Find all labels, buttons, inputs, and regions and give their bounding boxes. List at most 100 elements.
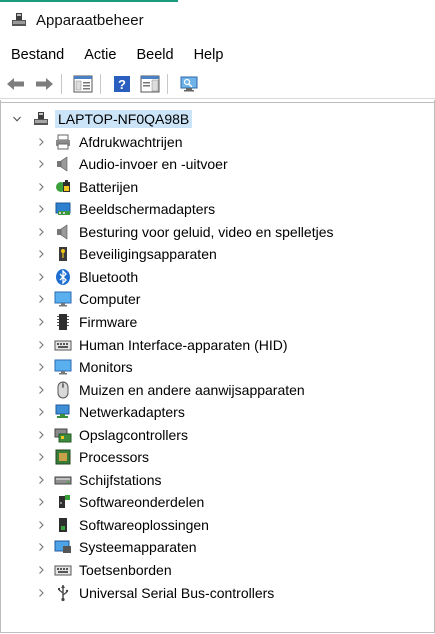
processor-icon [53, 448, 73, 466]
tree-item[interactable]: Softwareoplossingen [1, 514, 431, 536]
chevron-right-icon[interactable] [35, 248, 47, 260]
tree-item[interactable]: Netwerkadapters [1, 401, 431, 423]
tree-root-computer[interactable]: LAPTOP-NF0QA98B [1, 108, 431, 130]
chevron-right-icon[interactable] [35, 496, 47, 508]
tree-item[interactable]: Beveiligingsapparaten [1, 243, 431, 265]
tree-item[interactable]: Audio-invoer en -uitvoer [1, 153, 431, 175]
toolbar-separator [100, 74, 101, 94]
tree-item[interactable]: Batterijen [1, 176, 431, 198]
printer-icon [53, 133, 73, 151]
tree-item[interactable]: Monitors [1, 356, 431, 378]
tree-item[interactable]: Toetsenborden [1, 559, 431, 581]
device-tree: LAPTOP-NF0QA98B Afdrukwachtrijen Audio-inv… [0, 100, 435, 633]
title-bar: Apparaatbeheer [0, 2, 435, 38]
tree-item-label: Softwareonderdelen [79, 494, 205, 511]
toolbar: ? [0, 70, 435, 99]
tree-item-label: Human Interface-apparaten (HID) [79, 336, 288, 353]
divider [1, 102, 434, 103]
tree-item-label: Netwerkadapters [79, 404, 185, 421]
chevron-right-icon[interactable] [35, 406, 47, 418]
tree-item-label: Monitors [79, 359, 133, 376]
chevron-right-icon[interactable] [35, 429, 47, 441]
software-device-icon [53, 516, 73, 534]
chevron-right-icon[interactable] [35, 541, 47, 553]
speaker-icon [53, 155, 73, 173]
device-manager-icon [10, 11, 28, 29]
arrow-right-icon [36, 78, 53, 90]
chevron-right-icon[interactable] [35, 384, 47, 396]
chevron-right-icon[interactable] [35, 564, 47, 576]
speaker-icon [53, 223, 73, 241]
tree-item[interactable]: Beeldschermadapters [1, 198, 431, 220]
keyboard-icon [53, 561, 73, 579]
tree-item[interactable]: Universal Serial Bus-controllers [1, 582, 431, 604]
chevron-right-icon[interactable] [35, 316, 47, 328]
show-console-tree-button[interactable] [138, 73, 162, 95]
tree-item-label: Toetsenborden [79, 562, 172, 578]
help-button[interactable]: ? [110, 73, 134, 95]
chevron-right-icon[interactable] [35, 339, 47, 351]
tree-item-label: Computer [79, 291, 141, 308]
tree-item[interactable]: Schijfstations [1, 469, 431, 491]
storage-controller-icon [53, 426, 73, 444]
chevron-right-icon[interactable] [35, 451, 47, 463]
tree-item[interactable]: Firmware [1, 311, 431, 333]
menu-bestand[interactable]: Bestand [0, 43, 74, 67]
tree-item-label: Beeldschermadapters [79, 201, 216, 218]
properties-view-button[interactable] [71, 73, 95, 95]
tree-item[interactable]: Opslagcontrollers [1, 424, 431, 446]
tree-item-label: Muizen en andere aanwijsapparaten [79, 381, 305, 398]
tree-item-label: Firmware [79, 313, 138, 330]
tree-item-label: Softwareoplossingen [79, 516, 209, 533]
tree-item[interactable]: Systeemapparaten [1, 536, 431, 558]
back-button[interactable] [4, 73, 28, 95]
chevron-right-icon[interactable] [35, 181, 47, 193]
chevron-right-icon[interactable] [35, 271, 47, 283]
chevron-right-icon[interactable] [35, 226, 47, 238]
chevron-right-icon[interactable] [35, 587, 47, 599]
chevron-right-icon[interactable] [35, 361, 47, 373]
bluetooth-icon [53, 268, 73, 286]
chevron-right-icon[interactable] [35, 158, 47, 170]
console-tree-icon [73, 75, 93, 93]
menu-beeld[interactable]: Beeld [126, 43, 183, 67]
forward-button[interactable] [32, 73, 56, 95]
tree-item[interactable]: Softwareonderdelen [1, 491, 431, 513]
tree-item[interactable]: Human Interface-apparaten (HID) [1, 334, 431, 356]
tree-root-label: LAPTOP-NF0QA98B [55, 110, 193, 128]
battery-icon [53, 178, 73, 196]
tree-item[interactable]: Computer [1, 288, 431, 310]
keyboard-icon [53, 336, 73, 354]
chevron-right-icon[interactable] [35, 474, 47, 486]
tree-item-label: Universal Serial Bus-controllers [79, 584, 275, 601]
tree-item[interactable]: Besturing voor geluid, video en spelletj… [1, 221, 431, 243]
tree-item-label: Bluetooth [79, 268, 139, 285]
tree-item-label: Besturing voor geluid, video en spelletj… [79, 223, 334, 240]
menu-bar: Bestand Actie Beeld Help [0, 42, 435, 68]
disk-drive-icon [53, 471, 73, 489]
window-title: Apparaatbeheer [36, 11, 144, 29]
tree-item[interactable]: Processors [1, 446, 431, 468]
menu-help[interactable]: Help [184, 43, 234, 67]
chevron-right-icon[interactable] [35, 203, 47, 215]
tree-item[interactable]: Muizen en andere aanwijsapparaten [1, 379, 431, 401]
chevron-down-icon[interactable] [11, 113, 23, 125]
monitor-scan-icon [180, 76, 198, 92]
toolbar-separator [61, 74, 62, 94]
usb-icon [53, 584, 73, 602]
tree-item-label: Beveiligingsapparaten [79, 246, 217, 263]
network-icon [53, 403, 73, 421]
chevron-right-icon[interactable] [35, 293, 47, 305]
help-icon: ? [114, 76, 130, 92]
chevron-right-icon[interactable] [35, 136, 47, 148]
key-icon [53, 245, 73, 263]
tree-item[interactable]: Afdrukwachtrijen [1, 131, 431, 153]
tree-item[interactable]: Bluetooth [1, 266, 431, 288]
tree-item-label: Schijfstations [79, 471, 162, 488]
panel-icon [140, 75, 160, 93]
tree-item-label: Batterijen [79, 178, 139, 195]
arrow-left-icon [7, 78, 24, 90]
chevron-right-icon[interactable] [35, 519, 47, 531]
scan-hardware-button[interactable] [177, 73, 201, 95]
menu-actie[interactable]: Actie [74, 43, 126, 67]
